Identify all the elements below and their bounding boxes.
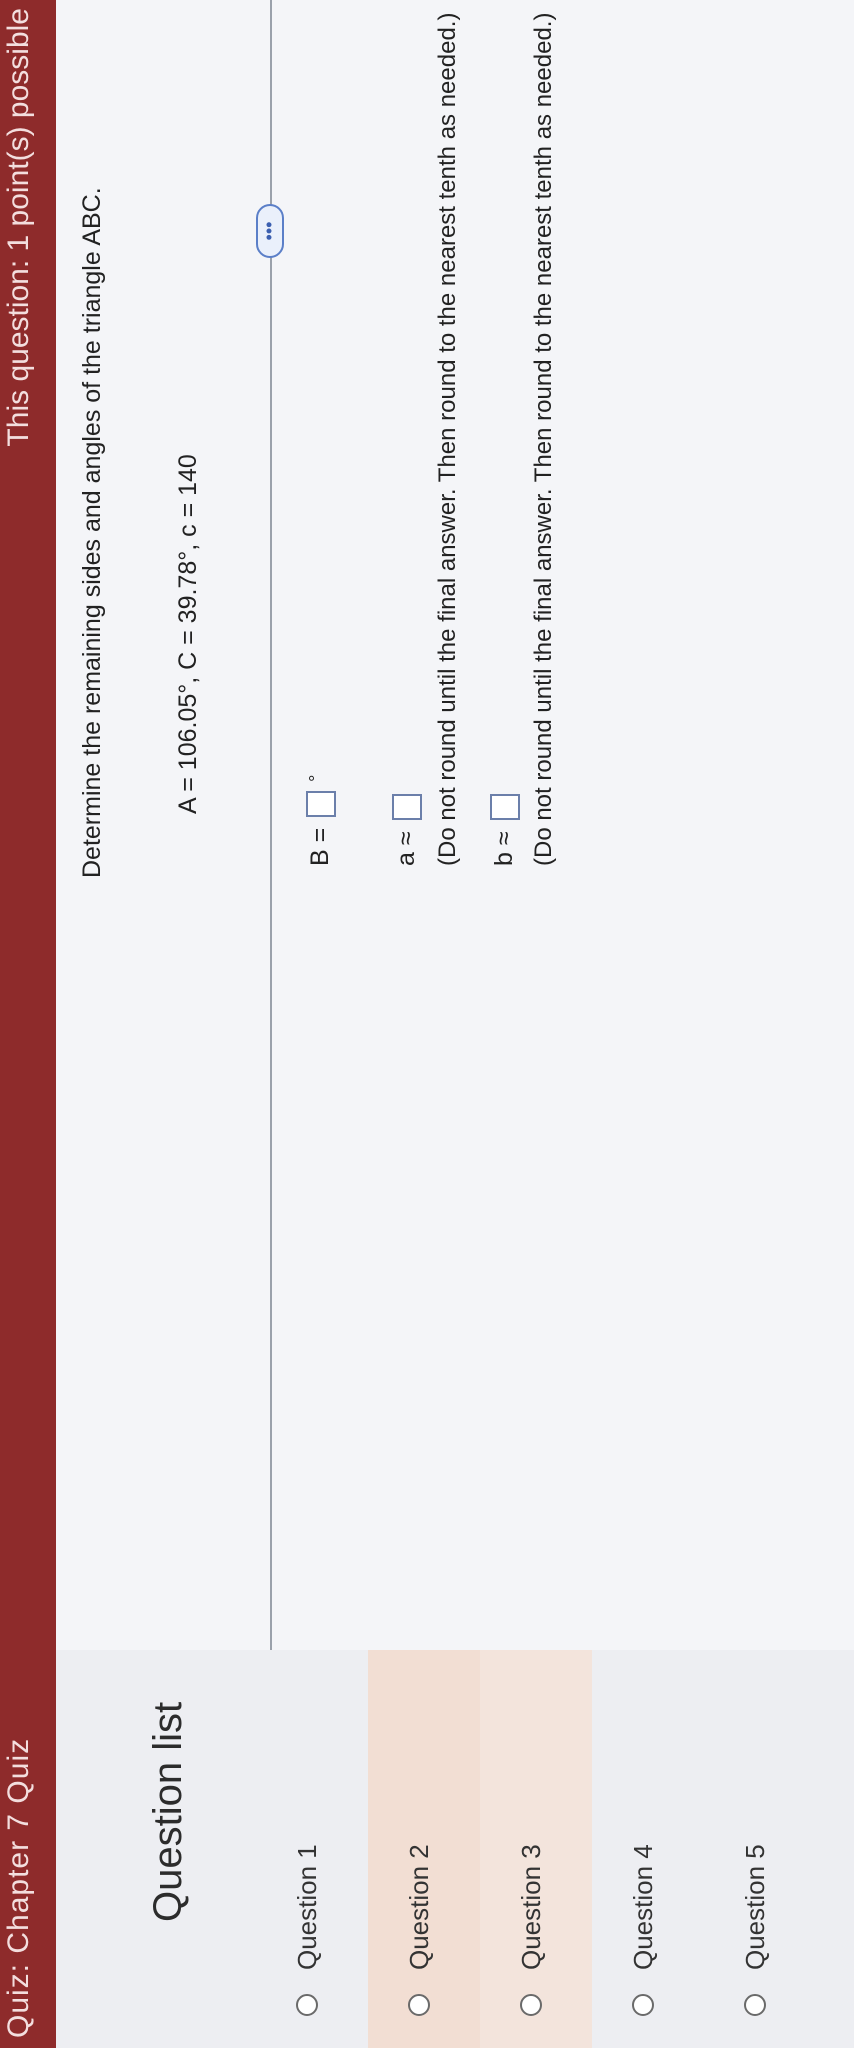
question-label: Question 3 — [516, 1844, 546, 1970]
question-label: Question 1 — [292, 1844, 322, 1970]
radio-icon[interactable] — [296, 1994, 318, 2016]
angle-b-input[interactable] — [306, 790, 337, 817]
question-panel: Determine the remaining sides and angles… — [56, 0, 854, 1650]
screen: Quiz: Chapter 7 Quiz This question: 1 po… — [0, 0, 854, 2048]
question-prompt: Determine the remaining sides and angles… — [78, 187, 106, 878]
degree-unit: ° — [306, 774, 326, 782]
question-item-4[interactable]: Question 4 — [592, 1650, 704, 2048]
side-b-label: b ≈ — [490, 831, 518, 866]
question-item-2[interactable]: Question 2 — [368, 1650, 480, 2048]
side-a-note: (Do not round until the final answer. Th… — [434, 12, 461, 866]
radio-icon[interactable] — [408, 1994, 430, 2016]
question-givens: A = 106.05°, C = 39.78°, c = 140 — [174, 454, 202, 814]
radio-icon[interactable] — [744, 1994, 766, 2016]
more-options-button[interactable]: ••• — [256, 204, 284, 258]
quiz-header: Quiz: Chapter 7 Quiz This question: 1 po… — [0, 0, 56, 2048]
question-label: Question 5 — [740, 1844, 770, 1970]
question-item-5[interactable]: Question 5 — [704, 1650, 816, 2048]
side-b-input[interactable] — [490, 794, 521, 821]
quiz-title: Quiz: Chapter 7 Quiz — [2, 1737, 35, 2038]
question-label: Question 2 — [404, 1844, 434, 1970]
side-b-note: (Do not round until the final answer. Th… — [530, 12, 557, 866]
question-list-panel: Question list Question 1 Question 2 Ques… — [56, 1650, 854, 2048]
side-b-row: b ≈ — [490, 794, 521, 866]
angle-b-row: B = ° — [306, 774, 337, 866]
side-a-row: a ≈ — [392, 794, 423, 866]
points-info: This question: 1 point(s) possible — [2, 8, 35, 447]
side-a-label: a ≈ — [392, 831, 420, 866]
question-item-3[interactable]: Question 3 — [480, 1650, 592, 2048]
question-label: Question 4 — [628, 1844, 658, 1970]
question-item-1[interactable]: Question 1 — [256, 1650, 368, 2048]
radio-icon[interactable] — [632, 1994, 654, 2016]
angle-b-label: B = — [306, 827, 334, 866]
radio-icon[interactable] — [520, 1994, 542, 2016]
side-a-input[interactable] — [392, 794, 423, 821]
question-list-title: Question list — [146, 1701, 190, 1922]
